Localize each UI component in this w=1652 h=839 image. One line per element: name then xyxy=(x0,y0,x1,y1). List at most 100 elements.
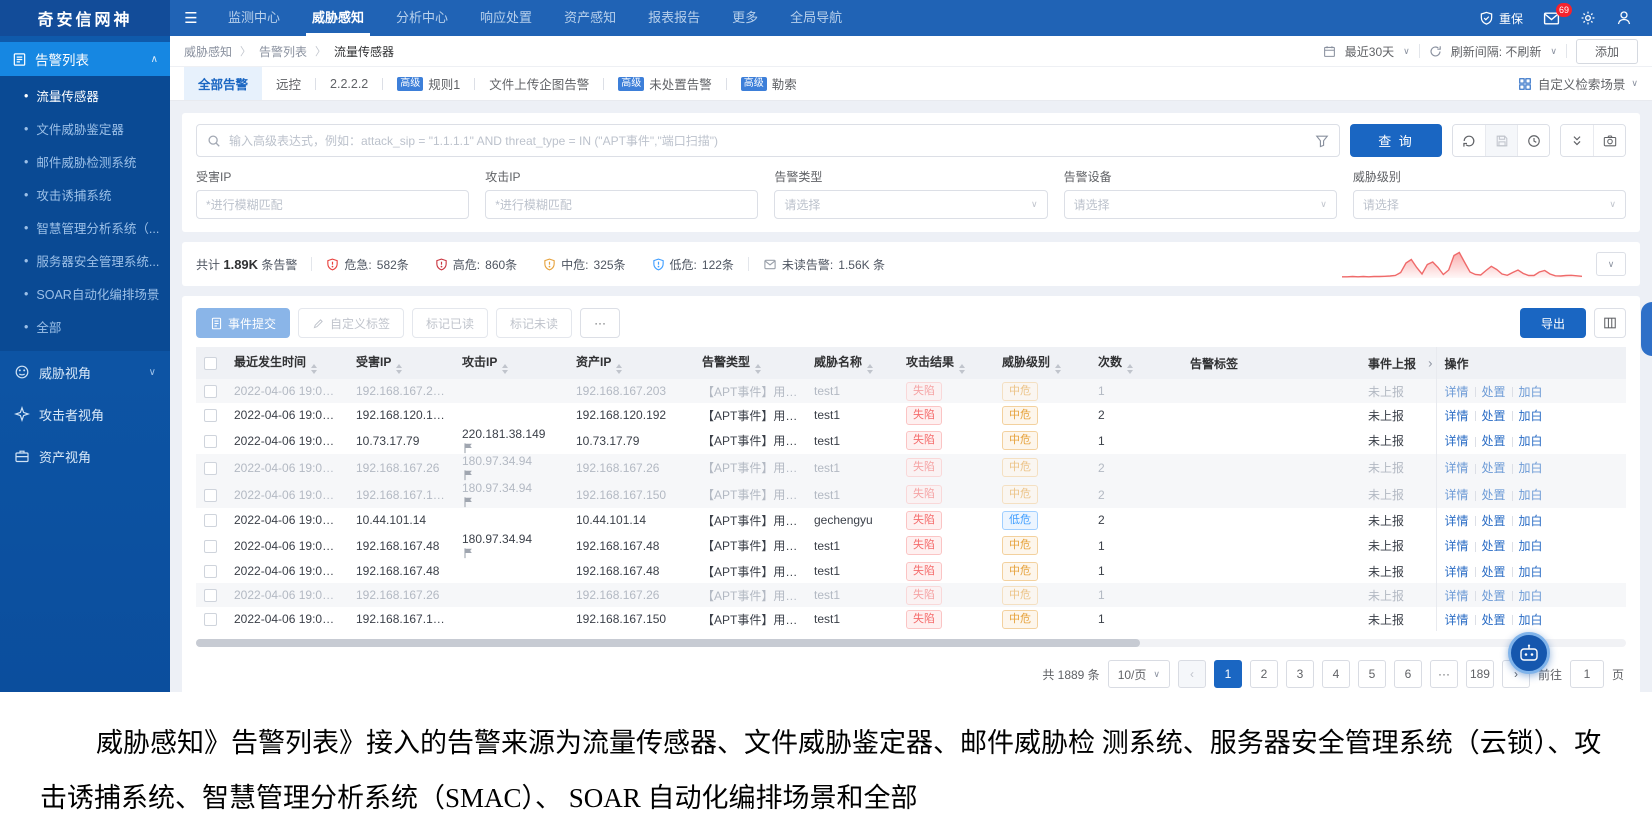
operation-details[interactable]: 详情 xyxy=(1445,434,1469,448)
topnav-item-3[interactable]: 响应处置 xyxy=(464,0,548,36)
more-actions-button[interactable]: ··· xyxy=(580,308,621,338)
topnav-item-1[interactable]: 威胁感知 xyxy=(296,0,380,36)
row-checkbox[interactable] xyxy=(204,434,217,448)
row-checkbox[interactable] xyxy=(204,565,217,579)
tab-item-5[interactable]: 高级 未处置告警 xyxy=(604,67,726,100)
operation-dispose[interactable]: 处置 xyxy=(1482,589,1506,603)
operation-whitelist[interactable]: 加白 xyxy=(1519,565,1543,579)
tab-item-6[interactable]: 高级 勒索 xyxy=(727,67,811,100)
topnav-item-2[interactable]: 分析中心 xyxy=(380,0,464,36)
operation-details[interactable]: 详情 xyxy=(1445,488,1469,502)
operation-whitelist[interactable]: 加白 xyxy=(1519,613,1543,627)
filter-select[interactable]: 请选择 ∨ xyxy=(1063,190,1337,219)
column-header-0[interactable]: 最近发生时间 xyxy=(226,347,348,379)
breadcrumb-item[interactable]: 告警列表 xyxy=(259,43,307,60)
side-drawer-handle[interactable] xyxy=(1641,302,1652,356)
sort-icon[interactable] xyxy=(867,363,874,374)
operation-dispose[interactable]: 处置 xyxy=(1482,385,1506,399)
filter-select[interactable]: 请选择 ∨ xyxy=(774,190,1048,219)
operation-dispose[interactable]: 处置 xyxy=(1482,613,1506,627)
filter-input[interactable]: *进行模糊匹配 xyxy=(196,190,470,219)
tab-item-0[interactable]: 全部告警 xyxy=(184,67,263,100)
history-clock-button[interactable] xyxy=(1517,125,1549,156)
sort-icon[interactable] xyxy=(1055,363,1062,374)
sort-icon[interactable] xyxy=(1127,363,1134,374)
row-checkbox[interactable] xyxy=(204,539,217,553)
advanced-search-input[interactable] xyxy=(229,133,1307,148)
operation-dispose[interactable]: 处置 xyxy=(1482,461,1506,475)
sort-icon[interactable] xyxy=(755,363,762,374)
column-header-8[interactable]: 次数 xyxy=(1090,347,1182,379)
tab-item-4[interactable]: 文件上传企图告警 xyxy=(475,67,603,100)
filter-funnel-icon[interactable] xyxy=(1315,134,1329,148)
row-checkbox[interactable] xyxy=(204,385,217,399)
sidebar-item[interactable]: • 邮件威胁检测系统 xyxy=(0,145,170,178)
operation-details[interactable]: 详情 xyxy=(1445,461,1469,475)
refresh-interval-selector[interactable]: 刷新间隔: 不刷新 xyxy=(1451,43,1542,60)
sidebar-item[interactable]: • SOAR自动化编排场景 xyxy=(0,277,170,310)
chevron-up-icon[interactable]: ∧ xyxy=(151,54,158,65)
notifications-button[interactable]: 69 xyxy=(1543,2,1572,26)
sidebar-view[interactable]: 攻击者视角 xyxy=(0,393,170,435)
topnav-item-0[interactable]: 监测中心 xyxy=(212,0,296,36)
tab-item-3[interactable]: 高级 规则1 xyxy=(383,67,474,100)
page-button-5[interactable]: 5 xyxy=(1357,660,1386,688)
operation-details[interactable]: 详情 xyxy=(1445,385,1469,399)
time-range-selector[interactable]: 最近30天 xyxy=(1345,43,1394,60)
page-button-189[interactable]: 189 xyxy=(1465,660,1494,688)
topnav-item-5[interactable]: 报表报告 xyxy=(632,0,716,36)
column-header-1[interactable]: 受害IP xyxy=(348,347,454,379)
reset-refresh-button[interactable] xyxy=(1453,125,1485,156)
operation-whitelist[interactable]: 加白 xyxy=(1519,434,1543,448)
assistant-chat-button[interactable] xyxy=(1508,632,1550,674)
operation-details[interactable]: 详情 xyxy=(1445,514,1469,528)
export-button[interactable]: 导出 xyxy=(1520,308,1586,338)
sidebar-view[interactable]: 威胁视角 ∨ xyxy=(0,351,170,393)
expand-trend-button[interactable]: ∨ xyxy=(1596,252,1626,276)
column-header-4[interactable]: 告警类型 xyxy=(694,347,806,379)
operation-whitelist[interactable]: 加白 xyxy=(1519,589,1543,603)
sort-icon[interactable] xyxy=(616,363,623,374)
sidebar-item[interactable]: • 服务器安全管理系统... xyxy=(0,244,170,277)
operation-details[interactable]: 详情 xyxy=(1445,565,1469,579)
row-checkbox[interactable] xyxy=(204,488,217,502)
custom-search-scene-button[interactable]: 自定义检索场景 ∨ xyxy=(1518,74,1638,93)
row-checkbox[interactable] xyxy=(204,409,217,423)
topnav-item-6[interactable]: 更多 xyxy=(716,0,774,36)
sidebar-item[interactable]: • 攻击诱捕系统 xyxy=(0,178,170,211)
tab-item-1[interactable]: 远控 xyxy=(262,67,315,100)
page-button-3[interactable]: 3 xyxy=(1285,660,1314,688)
operation-whitelist[interactable]: 加白 xyxy=(1519,539,1543,553)
operation-details[interactable]: 详情 xyxy=(1445,613,1469,627)
query-button[interactable]: 查 询 xyxy=(1350,124,1442,157)
operation-dispose[interactable]: 处置 xyxy=(1482,565,1506,579)
sidebar-item[interactable]: • 全部 xyxy=(0,310,170,343)
operation-whitelist[interactable]: 加白 xyxy=(1519,514,1543,528)
column-header-7[interactable]: 威胁级别 xyxy=(994,347,1090,379)
operation-whitelist[interactable]: 加白 xyxy=(1519,488,1543,502)
operation-dispose[interactable]: 处置 xyxy=(1482,488,1506,502)
row-checkbox[interactable] xyxy=(204,461,217,475)
column-header-3[interactable]: 资产IP xyxy=(568,347,694,379)
sort-icon[interactable] xyxy=(959,363,966,374)
operation-whitelist[interactable]: 加白 xyxy=(1519,385,1543,399)
breadcrumb-item[interactable]: 流量传感器 xyxy=(334,43,394,60)
sidebar-item[interactable]: • 文件威胁鉴定器 xyxy=(0,112,170,145)
scrollbar-thumb[interactable] xyxy=(196,639,1140,647)
page-button-2[interactable]: 2 xyxy=(1249,660,1278,688)
zhongbao-button[interactable]: 重保 xyxy=(1479,10,1523,27)
topnav-item-4[interactable]: 资产感知 xyxy=(548,0,632,36)
select-all-checkbox[interactable] xyxy=(204,357,217,371)
operation-whitelist[interactable]: 加白 xyxy=(1519,409,1543,423)
sort-icon[interactable] xyxy=(396,363,403,374)
operation-dispose[interactable]: 处置 xyxy=(1482,514,1506,528)
user-profile-button[interactable] xyxy=(1616,10,1632,26)
column-header-5[interactable]: 威胁名称 xyxy=(806,347,898,379)
column-settings-button[interactable] xyxy=(1594,308,1626,338)
page-button-6[interactable]: 6 xyxy=(1393,660,1422,688)
page-button-1[interactable]: 1 xyxy=(1213,660,1242,688)
operation-whitelist[interactable]: 加白 xyxy=(1519,461,1543,475)
page-ellipsis-button[interactable]: ··· xyxy=(1429,660,1458,688)
operation-dispose[interactable]: 处置 xyxy=(1482,539,1506,553)
operation-details[interactable]: 详情 xyxy=(1445,409,1469,423)
